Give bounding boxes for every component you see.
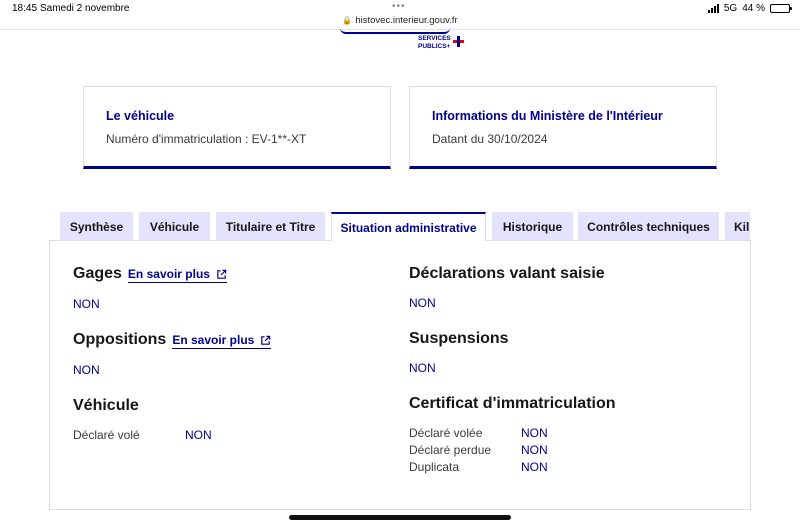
tab-situation-administrative[interactable]: Situation administrative [331,212,486,241]
suspensions-section: Suspensions [409,330,509,348]
network-type: 5G [723,3,738,14]
tab-label: Kil [734,219,750,234]
cert-lost-value: NON [521,443,548,457]
suspensions-value: NON [409,361,436,375]
declared-stolen-value: NON [185,428,212,442]
battery-percent: 44 % [742,3,765,14]
vehicule-title: Véhicule [73,397,139,414]
tab-controles-techniques[interactable]: Contrôles techniques [578,212,719,241]
ministry-date: Datant du 30/10/2024 [432,132,548,146]
status-indicators: 5G 44 % [707,3,792,14]
gages-learn-more-link[interactable]: En savoir plus [127,267,227,283]
link-label: En savoir plus [172,333,255,347]
gages-value: NON [73,297,100,311]
saisie-section: Déclarations valant saisie [409,265,605,283]
declared-stolen-label: Déclaré volé [73,428,140,442]
address-bar[interactable]: 🔒 histovec.interieur.gouv.fr [0,15,800,26]
battery-icon [770,4,792,13]
situation-panel: Gages En savoir plus NON Oppositions En … [49,240,751,510]
cert-duplicate-value: NON [521,460,548,474]
saisie-title: Déclarations valant saisie [409,265,605,282]
oppositions-value: NON [73,363,100,377]
external-link-icon [261,335,271,345]
home-indicator[interactable] [289,515,511,520]
cert-stolen-value: NON [521,426,548,440]
registration-number: Numéro d'immatriculation : EV-1**-XT [106,132,307,146]
plus-logo-icon [452,36,464,47]
vehicule-section: Véhicule [73,397,139,415]
more-dots-icon[interactable]: ••• [392,1,406,12]
tab-vehicule[interactable]: Véhicule [139,212,210,241]
cert-stolen-label: Déclaré volée [409,426,483,440]
tab-label: Situation administrative [340,221,477,235]
gages-section: Gages En savoir plus [73,265,227,283]
logo-line1: SERVICES [418,35,451,42]
oppositions-title: Oppositions [73,331,167,348]
oppositions-learn-more-link[interactable]: En savoir plus [172,333,272,349]
lock-icon: 🔒 [342,16,353,25]
tab-synthese[interactable]: Synthèse [60,212,133,241]
tab-titulaire[interactable]: Titulaire et Titre [216,212,325,241]
ios-status-bar: 18:45 Samedi 2 novembre ••• 🔒 histovec.in… [0,0,800,30]
tab-bar: Synthèse Véhicule Titulaire et Titre Sit… [60,212,750,241]
gages-title: Gages [73,265,122,282]
external-link-icon [217,269,227,279]
vehicle-card-title: Le véhicule [106,109,175,123]
ministry-card-title: Informations du Ministère de l'Intérieur [432,109,663,123]
header-decoration [340,28,450,34]
tab-label: Synthèse [69,219,124,234]
signal-icon [707,4,719,13]
status-time: 18:45 [12,3,38,14]
tab-kilometrage[interactable]: Kil [725,212,750,241]
saisie-value: NON [409,296,436,310]
certificat-section: Certificat d'immatriculation [409,395,616,413]
tab-historique[interactable]: Historique [492,212,573,241]
link-label: En savoir plus [127,267,210,281]
status-date: Samedi 2 novembre [40,3,130,14]
tab-label: Historique [502,219,563,234]
tab-label: Véhicule [149,219,200,234]
cert-lost-label: Déclaré perdue [409,443,492,457]
vehicle-card: Le véhicule Numéro d'immatriculation : E… [83,86,391,169]
ministry-card: Informations du Ministère de l'Intérieur… [409,86,717,169]
cert-duplicate-label: Duplicata [409,460,460,474]
services-publics-logo[interactable]: SERVICES PUBLICS+ [418,35,464,51]
suspensions-title: Suspensions [409,330,509,347]
tab-label: Titulaire et Titre [225,219,316,234]
certificat-title: Certificat d'immatriculation [409,395,616,412]
url-text: histovec.interieur.gouv.fr [355,15,458,26]
logo-line2: PUBLICS+ [418,43,451,50]
tab-label: Contrôles techniques [587,219,710,234]
oppositions-section: Oppositions En savoir plus [73,331,272,349]
